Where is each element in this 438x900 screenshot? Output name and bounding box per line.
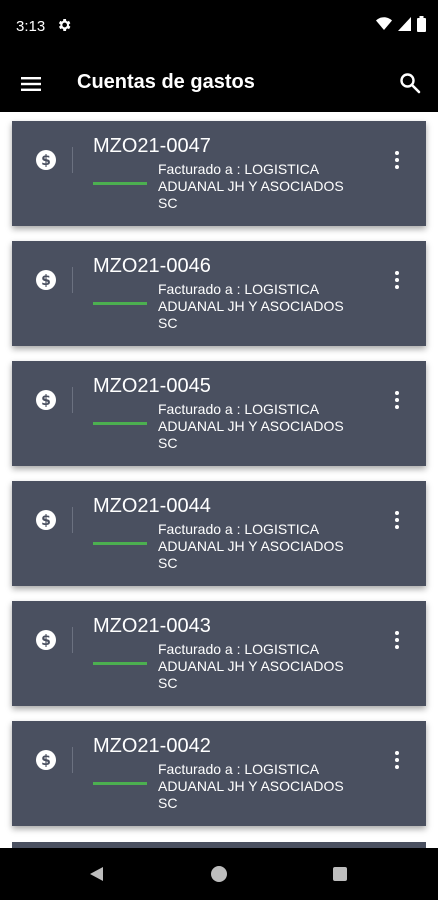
account-code: MZO21-0044 xyxy=(93,495,211,517)
status-indicator xyxy=(93,302,147,305)
svg-text:$: $ xyxy=(41,633,51,649)
card-divider xyxy=(72,747,73,773)
card-divider xyxy=(72,507,73,533)
svg-text:$: $ xyxy=(41,393,51,409)
more-vert-icon[interactable] xyxy=(394,631,400,653)
cellular-signal-icon xyxy=(398,17,411,31)
status-indicator xyxy=(93,662,147,665)
dollar-icon: $ xyxy=(36,630,56,650)
dollar-icon: $ xyxy=(36,390,56,410)
menu-icon[interactable] xyxy=(20,72,44,96)
status-indicator xyxy=(93,422,147,425)
more-vert-icon[interactable] xyxy=(394,151,400,173)
back-icon[interactable] xyxy=(88,866,104,882)
status-indicators xyxy=(376,16,426,32)
status-indicator xyxy=(93,542,147,545)
list-item[interactable]: $ MZO21-0043 Facturado a : LOGISTICA ADU… xyxy=(12,601,426,706)
account-code: MZO21-0046 xyxy=(93,255,211,277)
billed-to-label: Facturado a : LOGISTICA ADUANAL JH Y ASO… xyxy=(158,641,344,691)
status-indicator xyxy=(93,782,147,785)
dollar-icon: $ xyxy=(36,510,56,530)
expense-accounts-list: $ MZO21-0047 Facturado a : LOGISTICA ADU… xyxy=(0,112,438,848)
status-bar: 3:13 xyxy=(0,0,438,56)
billed-to-label: Facturado a : LOGISTICA ADUANAL JH Y ASO… xyxy=(158,521,344,571)
account-code: MZO21-0043 xyxy=(93,615,211,637)
list-item[interactable]: $ MZO21-0045 Facturado a : LOGISTICA ADU… xyxy=(12,361,426,466)
settings-gear-icon xyxy=(58,19,71,31)
dollar-icon: $ xyxy=(36,150,56,170)
list-item[interactable]: $ MZO21-0046 Facturado a : LOGISTICA ADU… xyxy=(12,241,426,346)
svg-text:$: $ xyxy=(41,273,51,289)
list-item[interactable]: $ MZO21-0042 Facturado a : LOGISTICA ADU… xyxy=(12,721,426,826)
svg-text:$: $ xyxy=(41,153,51,169)
battery-icon xyxy=(417,16,426,32)
billed-to-label: Facturado a : LOGISTICA ADUANAL JH Y ASO… xyxy=(158,281,344,331)
wifi-icon xyxy=(376,17,392,30)
account-code: MZO21-0045 xyxy=(93,375,211,397)
recent-apps-icon[interactable] xyxy=(333,867,347,881)
status-time: 3:13 xyxy=(16,18,46,35)
status-indicator xyxy=(93,182,147,185)
more-vert-icon[interactable] xyxy=(394,751,400,773)
svg-text:$: $ xyxy=(41,513,51,529)
more-vert-icon[interactable] xyxy=(394,271,400,293)
search-icon[interactable] xyxy=(398,71,422,95)
dollar-icon: $ xyxy=(36,270,56,290)
svg-text:$: $ xyxy=(41,753,51,769)
billed-to-label: Facturado a : LOGISTICA ADUANAL JH Y ASO… xyxy=(158,761,344,811)
more-vert-icon[interactable] xyxy=(394,391,400,413)
account-code: MZO21-0047 xyxy=(93,135,211,157)
card-divider xyxy=(72,147,73,173)
dollar-icon: $ xyxy=(36,750,56,770)
card-divider xyxy=(72,627,73,653)
home-icon[interactable] xyxy=(211,866,227,882)
more-vert-icon[interactable] xyxy=(394,511,400,533)
card-divider xyxy=(72,267,73,293)
list-item[interactable]: $ MZO21-0047 Facturado a : LOGISTICA ADU… xyxy=(12,121,426,226)
billed-to-label: Facturado a : LOGISTICA ADUANAL JH Y ASO… xyxy=(158,401,344,451)
billed-to-label: Facturado a : LOGISTICA ADUANAL JH Y ASO… xyxy=(158,161,344,211)
list-item[interactable]: $ MZO21-0044 Facturado a : LOGISTICA ADU… xyxy=(12,481,426,586)
card-divider xyxy=(72,387,73,413)
page-title: Cuentas de gastos xyxy=(77,71,255,93)
account-code: MZO21-0042 xyxy=(93,735,211,757)
system-nav-bar xyxy=(0,848,438,900)
app-bar: Cuentas de gastos xyxy=(0,56,438,112)
